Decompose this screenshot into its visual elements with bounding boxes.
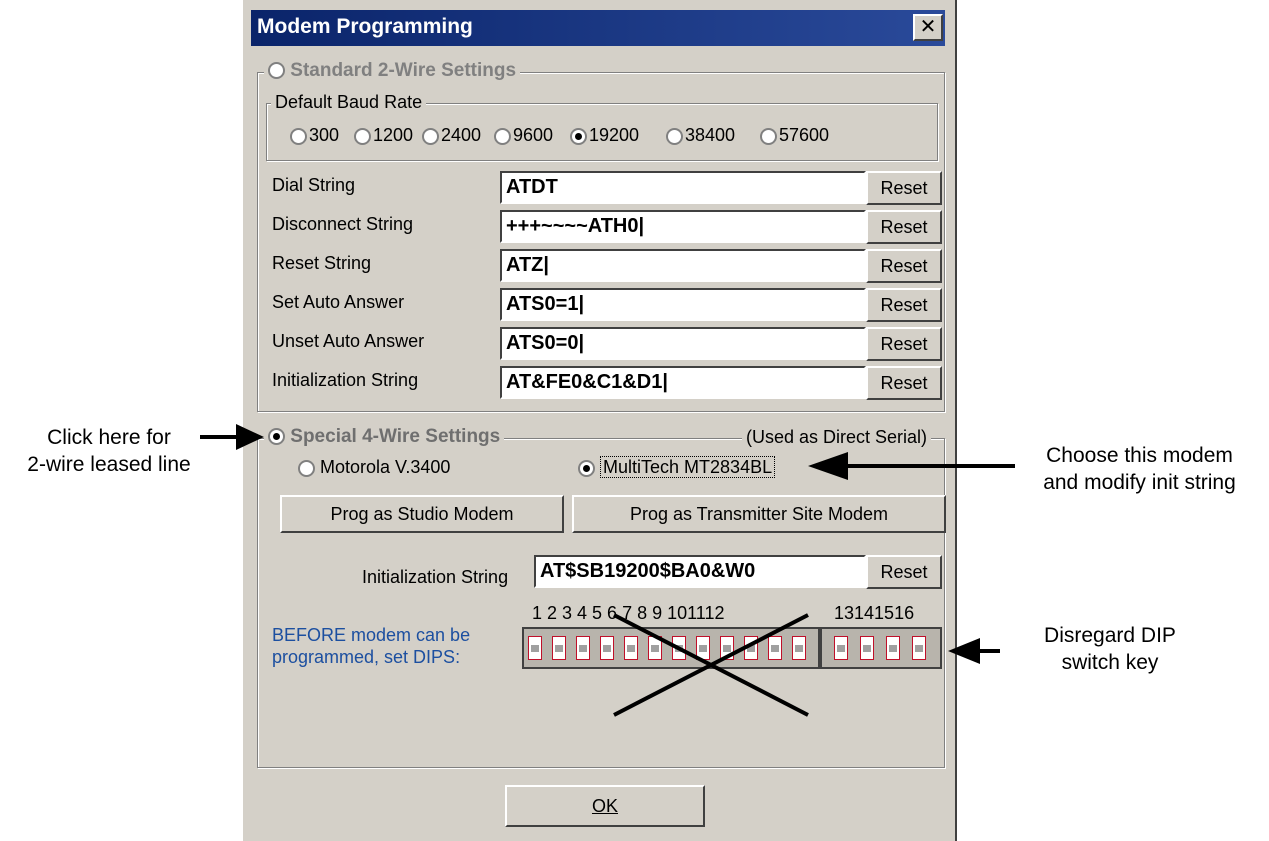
baud-option-300[interactable]: 300	[290, 125, 339, 146]
row-label: Set Auto Answer	[272, 292, 405, 312]
baud-radio-2400[interactable]	[422, 127, 439, 145]
dip-switch-8	[696, 636, 710, 660]
row-label: Initialization String	[272, 370, 419, 390]
special-init-reset-button[interactable]: Reset	[866, 555, 942, 589]
row-label: Unset Auto Answer	[272, 331, 425, 351]
dip-switch-9	[720, 636, 734, 660]
row-reset-button[interactable]: Reset	[866, 366, 942, 400]
baud-label-9600: 9600	[513, 125, 554, 145]
dip-switch-4	[600, 636, 614, 660]
row-reset-button[interactable]: Reset	[866, 210, 942, 244]
dip-switch-16	[912, 636, 926, 660]
annotation-dip-line2: switch key	[1061, 651, 1159, 674]
row-reset-button[interactable]: Reset	[866, 171, 942, 205]
baud-label-57600: 57600	[779, 125, 830, 145]
standard-settings-title: Standard 2-Wire Settings	[290, 60, 517, 81]
direct-serial-note: (Used as Direct Serial)	[742, 427, 932, 448]
title-bar: Modem Programming ✕	[251, 10, 945, 46]
row-label: Disconnect String	[272, 214, 414, 234]
row-value-field[interactable]: +++~~~~ATH0|	[500, 210, 866, 243]
standard-radio[interactable]	[268, 62, 285, 80]
motorola-radio[interactable]	[298, 459, 315, 477]
baud-label-1200: 1200	[373, 125, 414, 145]
special-settings-legend[interactable]: Special 4-Wire Settings	[264, 426, 505, 448]
baud-option-2400[interactable]: 2400	[422, 125, 481, 146]
annotation-left-line1: Click here for	[47, 426, 171, 449]
special-init-field[interactable]: AT$SB19200$BA0&W0	[534, 555, 866, 588]
baud-label-38400: 38400	[685, 125, 736, 145]
dip-switch-1	[528, 636, 542, 660]
multitech-radio[interactable]	[578, 459, 595, 477]
window-title: Modem Programming	[257, 15, 473, 38]
baud-label-300: 300	[309, 125, 340, 145]
annotation-dip: Disregard DIP switch key	[1000, 622, 1220, 676]
special-init-label: Initialization String	[362, 567, 509, 587]
close-button[interactable]: ✕	[913, 14, 943, 41]
motorola-label: Motorola V.3400	[320, 457, 451, 477]
row-value-field[interactable]: AT&FE0&C1&D1|	[500, 366, 866, 399]
baud-option-1200[interactable]: 1200	[354, 125, 413, 146]
row-reset-button[interactable]: Reset	[866, 288, 942, 322]
baud-option-38400[interactable]: 38400	[666, 125, 735, 146]
annotation-right-line2: and modify init string	[1043, 471, 1236, 494]
baud-option-57600[interactable]: 57600	[760, 125, 829, 146]
annotation-dip-line1: Disregard DIP	[1044, 624, 1176, 647]
ok-label: OK	[591, 796, 618, 816]
ok-button[interactable]: OK	[505, 785, 705, 827]
annotation-left-line2: 2-wire leased line	[27, 453, 191, 476]
baud-label-19200: 19200	[589, 125, 640, 145]
dip-switch-14	[860, 636, 874, 660]
dip-switch-5	[624, 636, 638, 660]
baud-radio-19200[interactable]	[570, 127, 587, 145]
row-reset-button[interactable]: Reset	[866, 327, 942, 361]
annotation-right: Choose this modem and modify init string	[1010, 442, 1269, 496]
baud-option-19200[interactable]: 19200	[570, 125, 639, 146]
row-value-field[interactable]: ATS0=1|	[500, 288, 866, 321]
dip-instruction-1: BEFORE modem can be	[272, 625, 471, 645]
row-value-field[interactable]: ATDT	[500, 171, 866, 204]
prog-studio-button[interactable]: Prog as Studio Modem	[280, 495, 564, 533]
row-reset-button[interactable]: Reset	[866, 249, 942, 283]
baud-radio-38400[interactable]	[666, 127, 683, 145]
prog-transmitter-button[interactable]: Prog as Transmitter Site Modem	[572, 495, 946, 533]
dip-switch-7	[672, 636, 686, 660]
dip-numbers-13-16: 13141516	[834, 603, 915, 623]
dip-switch-11	[768, 636, 782, 660]
multitech-option[interactable]: MultiTech MT2834BL	[578, 456, 776, 478]
standard-settings-legend[interactable]: Standard 2-Wire Settings	[264, 60, 521, 82]
row-value-field[interactable]: ATZ|	[500, 249, 866, 282]
modem-programming-dialog: Modem Programming ✕ Standard 2-Wire Sett…	[241, 0, 957, 841]
annotation-left: Click here for 2-wire leased line	[0, 424, 218, 478]
baud-radio-9600[interactable]	[494, 127, 511, 145]
special-radio[interactable]	[268, 428, 285, 446]
baud-radio-1200[interactable]	[354, 127, 371, 145]
dip-switch-3	[576, 636, 590, 660]
dip-numbers-1-12: 1 2 3 4 5 6 7 8 9 101112	[532, 603, 725, 623]
dip-switch-6	[648, 636, 662, 660]
motorola-option[interactable]: Motorola V.3400	[298, 457, 450, 478]
baud-rate-legend: Default Baud Rate	[271, 92, 427, 113]
dip-switch-15	[886, 636, 900, 660]
baud-radio-300[interactable]	[290, 127, 307, 145]
dip-switch-12	[792, 636, 806, 660]
multitech-label: MultiTech MT2834BL	[600, 456, 776, 478]
row-value-field[interactable]: ATS0=0|	[500, 327, 866, 360]
annotation-right-line1: Choose this modem	[1046, 444, 1233, 467]
dip-instruction-2: programmed, set DIPS:	[272, 647, 461, 667]
baud-option-9600[interactable]: 9600	[494, 125, 553, 146]
dip-switch-10	[744, 636, 758, 660]
special-settings-group: Special 4-Wire Settings (Used as Direct …	[257, 426, 946, 768]
baud-label-2400: 2400	[441, 125, 482, 145]
row-label: Reset String	[272, 253, 372, 273]
standard-settings-group: Standard 2-Wire Settings Default Baud Ra…	[257, 60, 945, 412]
dip-switch-13	[834, 636, 848, 660]
dip-switch-2	[552, 636, 566, 660]
row-label: Dial String	[272, 175, 356, 195]
baud-radio-57600[interactable]	[760, 127, 777, 145]
special-settings-title: Special 4-Wire Settings	[290, 426, 501, 447]
